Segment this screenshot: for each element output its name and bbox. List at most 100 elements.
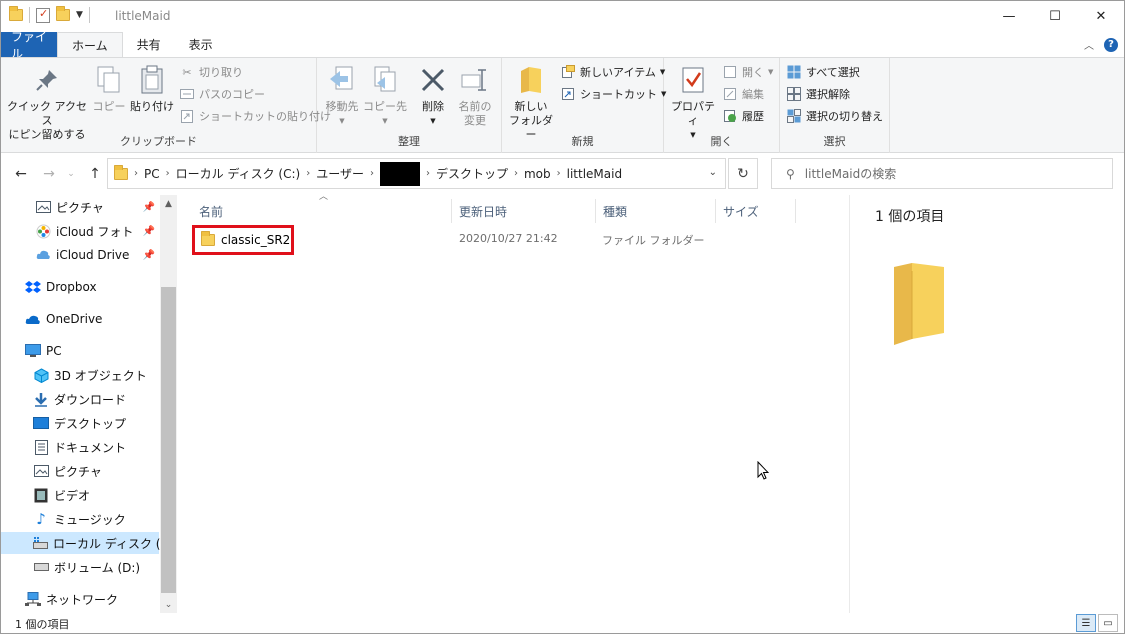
breadcrumb-pc[interactable]: PC bbox=[144, 167, 160, 181]
nav-item-pictures-pinned[interactable]: ピクチャ 📌 bbox=[1, 196, 159, 218]
select-none-button[interactable]: 選択解除 bbox=[786, 84, 850, 104]
nav-item-pictures[interactable]: ピクチャ bbox=[1, 460, 159, 482]
nav-item-local-disk-c[interactable]: ローカル ディスク (C:) bbox=[1, 532, 178, 554]
new-item-button[interactable]: 新しいアイテム ▼ bbox=[560, 62, 665, 82]
nav-item-videos[interactable]: ビデオ bbox=[1, 484, 159, 506]
column-header-modified[interactable]: 更新日時 bbox=[453, 199, 596, 223]
search-box[interactable]: ⚲ littleMaidの検索 bbox=[771, 158, 1113, 189]
nav-scrollbar[interactable]: ▲ ⌄ bbox=[160, 195, 177, 613]
redacted-username bbox=[379, 161, 420, 186]
nav-item-onedrive[interactable]: OneDrive bbox=[1, 308, 159, 330]
nav-item-dropbox[interactable]: Dropbox bbox=[1, 276, 159, 298]
nav-label: デスクトップ bbox=[54, 416, 127, 431]
nav-item-desktop[interactable]: デスクトップ bbox=[1, 412, 159, 434]
chevron-right-icon[interactable]: › bbox=[134, 168, 138, 179]
new-folder-button[interactable]: 新しい フォルダー bbox=[506, 64, 556, 142]
chevron-right-icon[interactable]: › bbox=[557, 168, 561, 179]
title-bar: ▼ littleMaid — ☐ ✕ bbox=[1, 1, 1124, 32]
scroll-down-icon[interactable]: ⌄ bbox=[160, 596, 177, 613]
column-header-type[interactable]: 種類 bbox=[597, 199, 716, 223]
nav-item-icloud-drive[interactable]: iCloud Drive 📌 bbox=[1, 244, 159, 266]
pin-quick-access-button[interactable]: クイック アクセス にピン留めする bbox=[7, 64, 87, 142]
nav-label: Dropbox bbox=[46, 280, 97, 294]
nav-item-network[interactable]: ネットワーク bbox=[1, 588, 159, 610]
chevron-right-icon[interactable]: › bbox=[166, 168, 170, 179]
nav-item-downloads[interactable]: ダウンロード bbox=[1, 388, 159, 410]
address-dropdown-icon[interactable]: ⌄ bbox=[709, 167, 717, 178]
up-arrow-icon[interactable]: ↑ bbox=[85, 164, 105, 184]
select-none-label: 選択解除 bbox=[806, 88, 850, 101]
new-folder-icon bbox=[515, 64, 547, 96]
edit-icon bbox=[722, 86, 738, 102]
nav-item-music[interactable]: ♪ ミュージック bbox=[1, 508, 159, 530]
copy-to-button[interactable]: コピー先 ▼ bbox=[363, 64, 407, 128]
collapse-ribbon-icon[interactable]: ︿ bbox=[1084, 37, 1094, 52]
properties-button[interactable]: プロパティ ▼ bbox=[668, 64, 718, 142]
nav-item-icloud-photos[interactable]: iCloud フォト 📌 bbox=[1, 220, 159, 242]
new-folder-quick-icon[interactable] bbox=[56, 6, 70, 21]
forward-arrow-icon[interactable]: → bbox=[39, 164, 59, 184]
copy-button[interactable]: コピー bbox=[89, 64, 129, 114]
highlighted-name-cell[interactable]: classic_SR2 bbox=[192, 225, 294, 255]
rename-button[interactable]: 名前の 変更 bbox=[453, 64, 497, 128]
nav-item-documents[interactable]: ドキュメント bbox=[1, 436, 159, 458]
chevron-right-icon[interactable]: › bbox=[514, 168, 518, 179]
tab-home[interactable]: ホーム bbox=[57, 32, 123, 57]
properties-quick-icon[interactable] bbox=[36, 7, 50, 23]
large-icons-view-icon[interactable]: ▭ bbox=[1098, 614, 1118, 632]
open-icon bbox=[722, 64, 738, 80]
scroll-up-icon[interactable]: ▲ bbox=[160, 195, 177, 212]
breadcrumb-desktop[interactable]: デスクトップ bbox=[436, 165, 508, 182]
help-icon[interactable]: ? bbox=[1104, 37, 1118, 52]
paste-shortcut-label: ショートカットの貼り付け bbox=[199, 110, 331, 123]
history-icon bbox=[722, 108, 738, 124]
minimize-button[interactable]: — bbox=[986, 1, 1032, 32]
table-row[interactable]: classic_SR2 2020/10/27 21:42 ファイル フォルダー bbox=[192, 225, 792, 255]
move-to-button[interactable]: 移動先 ▼ bbox=[321, 64, 363, 128]
refresh-icon[interactable]: ↻ bbox=[728, 158, 758, 189]
chevron-right-icon[interactable]: › bbox=[370, 168, 374, 179]
nav-item-volume-d[interactable]: ボリューム (D:) bbox=[1, 556, 159, 578]
copy-to-icon bbox=[369, 64, 401, 96]
cut-button[interactable]: ✂ 切り取り bbox=[179, 62, 243, 82]
chevron-right-icon[interactable]: › bbox=[306, 168, 310, 179]
breadcrumb-users[interactable]: ユーザー bbox=[316, 165, 364, 182]
mouse-cursor-icon bbox=[757, 461, 769, 480]
details-view-icon[interactable]: ☰ bbox=[1076, 614, 1096, 632]
history-button[interactable]: 履歴 bbox=[722, 106, 764, 126]
nav-label: ピクチャ bbox=[54, 464, 102, 479]
paste-shortcut-button[interactable]: ショートカットの貼り付け bbox=[179, 106, 331, 126]
column-header-size[interactable]: サイズ bbox=[717, 199, 796, 223]
window-title: littleMaid bbox=[115, 9, 171, 23]
paste-label: 貼り付け bbox=[130, 100, 174, 113]
close-button[interactable]: ✕ bbox=[1078, 1, 1124, 32]
back-arrow-icon[interactable]: ← bbox=[11, 164, 31, 184]
tab-view[interactable]: 表示 bbox=[175, 32, 227, 57]
folder-icon bbox=[114, 164, 128, 180]
recent-locations-dropdown-icon[interactable]: ⌄ bbox=[61, 164, 81, 184]
maximize-button[interactable]: ☐ bbox=[1032, 1, 1078, 32]
easy-access-button[interactable]: ショートカット ▼ bbox=[560, 84, 666, 104]
breadcrumb-mob[interactable]: mob bbox=[524, 167, 551, 181]
nav-item-pc[interactable]: PC bbox=[1, 340, 159, 362]
customize-toolbar-dropdown-icon[interactable]: ▼ bbox=[76, 10, 83, 20]
paste-button[interactable]: 貼り付け bbox=[129, 64, 175, 114]
tab-file[interactable]: ファイル bbox=[1, 30, 57, 61]
delete-button[interactable]: 削除 ▼ bbox=[415, 64, 451, 128]
nav-item-3d-objects[interactable]: 3D オブジェクト bbox=[1, 364, 159, 386]
breadcrumb-littlemaid[interactable]: littleMaid bbox=[567, 167, 622, 181]
open-button[interactable]: 開く ▼ bbox=[722, 62, 773, 82]
downloads-icon bbox=[33, 391, 49, 407]
edit-button[interactable]: 編集 bbox=[722, 84, 764, 104]
organize-group: 移動先 ▼ コピー先 ▼ 削除 ▼ 名前の 変更 整理 bbox=[317, 58, 502, 153]
column-header-name[interactable]: 名前 bbox=[193, 199, 452, 223]
tab-share[interactable]: 共有 bbox=[123, 32, 175, 57]
breadcrumb-local-disk[interactable]: ローカル ディスク (C:) bbox=[176, 165, 301, 182]
chevron-right-icon[interactable]: › bbox=[426, 168, 430, 179]
explorer-window: ▼ littleMaid — ☐ ✕ ファイル ホーム 共有 表示 ︿ ? クイ… bbox=[0, 0, 1125, 634]
copy-path-button[interactable]: パスのコピー bbox=[179, 84, 265, 104]
address-bar[interactable]: › PC › ローカル ディスク (C:) › ユーザー › › デスクトップ … bbox=[107, 158, 726, 189]
select-all-button[interactable]: すべて選択 bbox=[786, 62, 860, 82]
scroll-thumb[interactable] bbox=[161, 287, 176, 593]
invert-selection-button[interactable]: 選択の切り替え bbox=[786, 106, 883, 126]
